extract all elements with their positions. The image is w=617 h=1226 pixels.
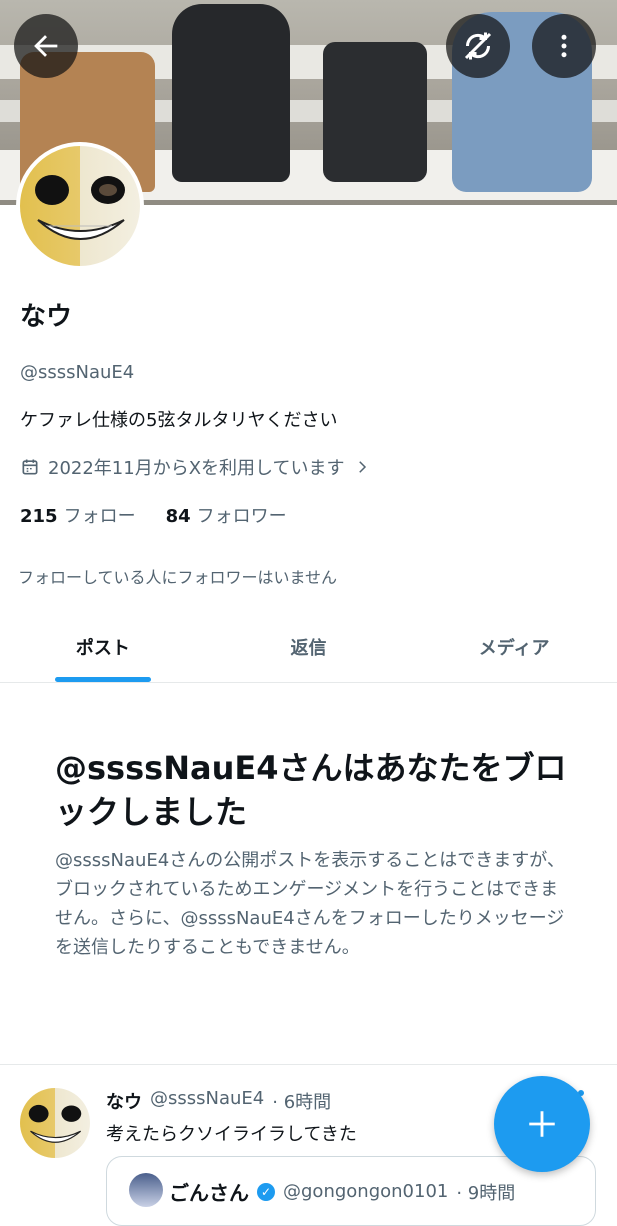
following-label: フォロー <box>63 506 136 527</box>
profile-joined-row[interactable]: 2022年11月からXを利用しています <box>20 454 371 480</box>
profile-bio: ケファレ仕様の5弦タルタリヤください <box>20 410 338 431</box>
tab-media[interactable]: メディア <box>411 612 617 682</box>
post-time[interactable]: · 6時間 <box>272 1088 331 1114</box>
quoted-post-header: ごんさん ✓ @gongongon0101 · 9時間 <box>169 1177 515 1206</box>
profile-name: なウ <box>20 302 73 332</box>
following-count: 215 <box>20 506 58 527</box>
banner-dark-backpack <box>323 42 427 182</box>
calendar-icon <box>22 459 38 475</box>
plus-icon <box>529 1111 555 1137</box>
post-header: なウ @ssssNauE4 · 6時間 <box>106 1088 331 1114</box>
chevron-right-icon <box>358 461 366 473</box>
profile-tabs: ポスト 返信 メディア <box>0 612 617 683</box>
tab-media-label: メディア <box>478 638 550 659</box>
post-avatar-face-image <box>28 1104 82 1143</box>
tab-posts-label: ポスト <box>75 638 130 659</box>
mutual-followers-note: フォローしている人にフォロワーはいません <box>18 568 338 587</box>
quoted-author-handle: @gongongon0101 <box>283 1181 449 1202</box>
blocked-description: @ssssNauE4さんの公開ポストを表示することはできますが、ブロックされてい… <box>55 850 565 958</box>
compose-button[interactable] <box>494 1076 590 1172</box>
followers-label: フォロワー <box>196 506 287 527</box>
tab-active-indicator <box>54 677 151 682</box>
followers-count: 84 <box>165 506 191 527</box>
verified-badge-icon: ✓ <box>257 1182 275 1201</box>
following-stat[interactable]: 215 フォロー <box>20 502 136 528</box>
blocked-title: @ssssNauE4さんはあなたをブロックしました <box>55 749 567 831</box>
more-vertical-icon <box>561 34 567 58</box>
post-author-avatar[interactable] <box>20 1088 90 1158</box>
follow-stats: 215 フォロー 84 フォロワー <box>20 502 287 528</box>
post-text: 考えたらクソイライラしてきた <box>106 1124 357 1145</box>
section-divider <box>0 1064 617 1065</box>
profile-avatar[interactable] <box>16 142 144 270</box>
profile-handle: @ssssNauE4 <box>20 362 135 383</box>
quoted-author-name: ごんさん <box>169 1181 249 1205</box>
post-author-handle[interactable]: @ssssNauE4 <box>150 1088 264 1114</box>
arrow-left-icon <box>34 35 58 57</box>
sync-button[interactable] <box>446 14 510 78</box>
quoted-post-time: · 9時間 <box>456 1182 516 1204</box>
profile-joined-text: 2022年11月からXを利用しています <box>48 458 345 479</box>
avatar-face-image <box>35 175 125 240</box>
sync-off-icon <box>464 32 492 60</box>
quoted-author-avatar <box>129 1173 163 1207</box>
banner-black-backpack <box>172 4 290 182</box>
tab-replies[interactable]: 返信 <box>206 612 412 682</box>
back-button[interactable] <box>14 14 78 78</box>
followers-stat[interactable]: 84 フォロワー <box>166 502 287 528</box>
tab-replies-label: 返信 <box>290 638 327 659</box>
post-author-name[interactable]: なウ <box>106 1088 142 1114</box>
tab-posts[interactable]: ポスト <box>0 612 206 682</box>
more-options-button[interactable] <box>532 14 596 78</box>
